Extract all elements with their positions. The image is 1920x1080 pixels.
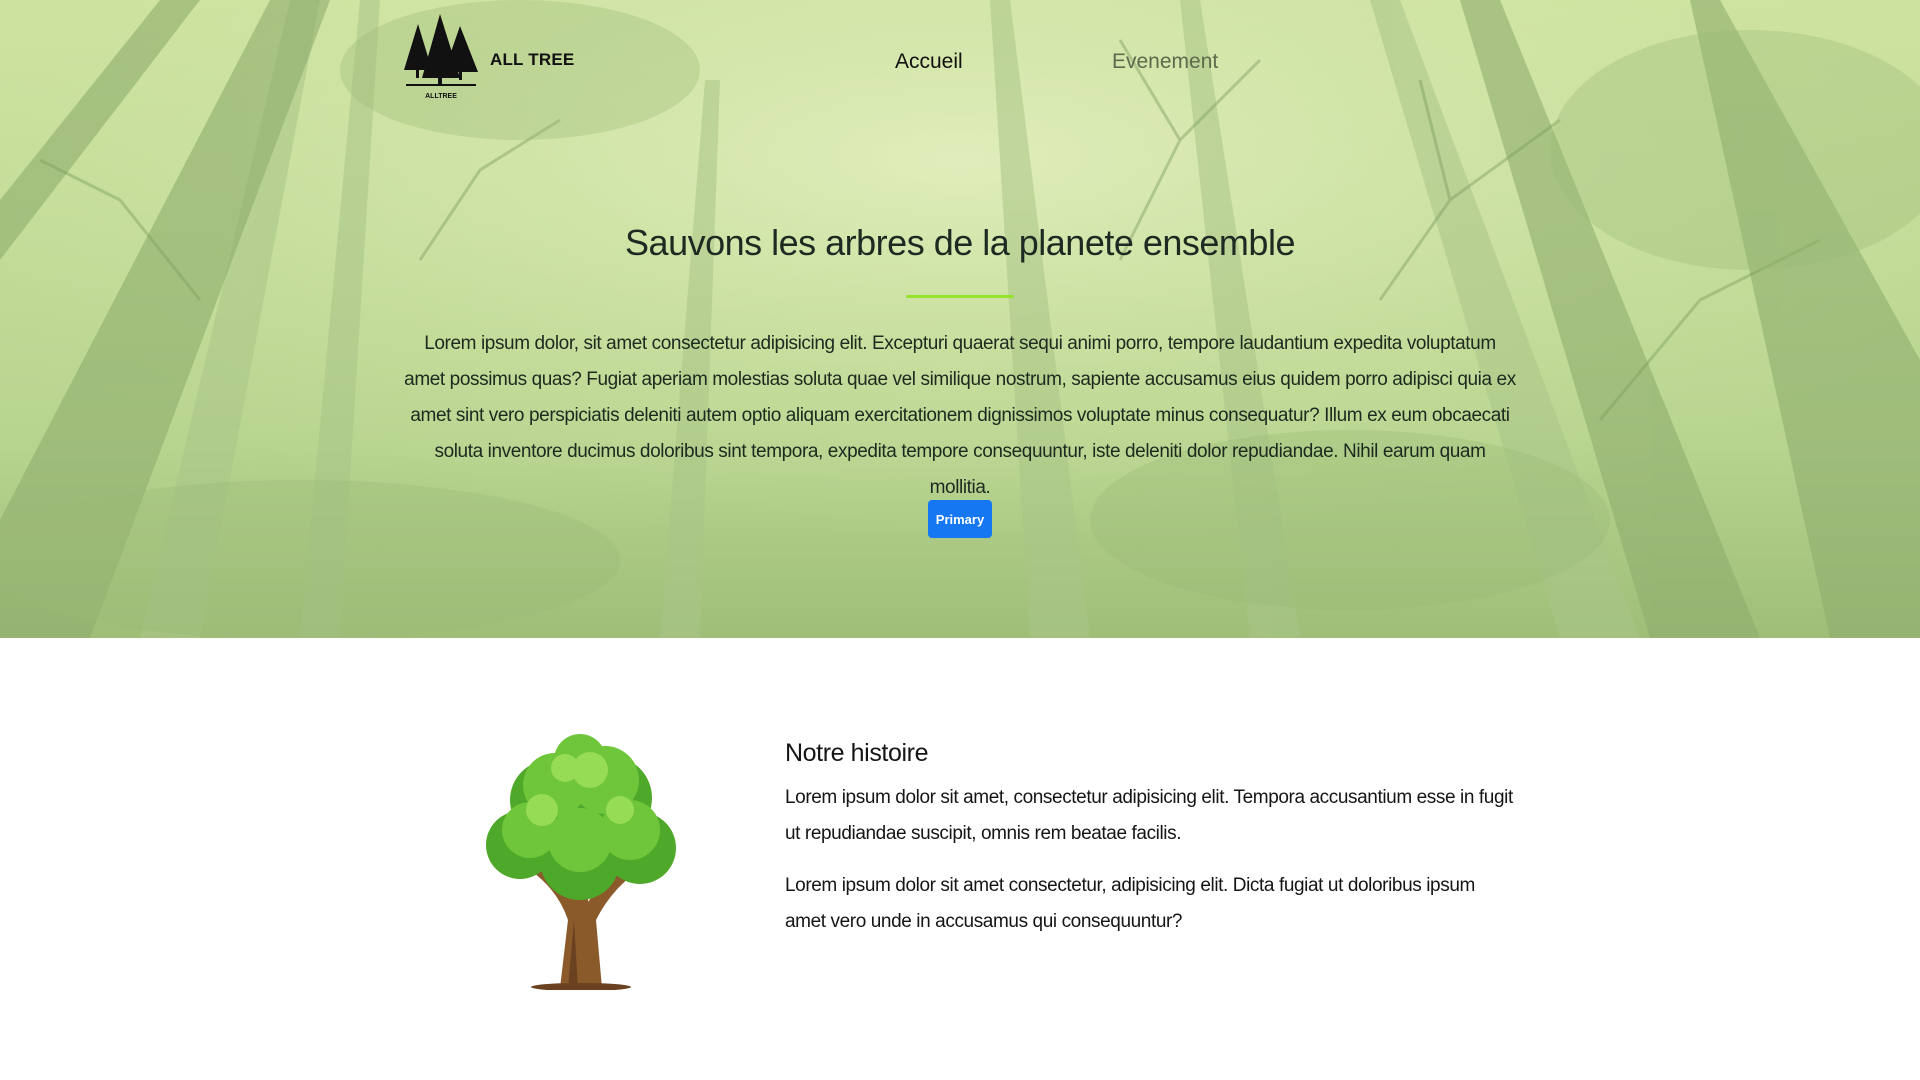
hero-title: Sauvons les arbres de la planete ensembl…: [625, 222, 1295, 263]
tree-illustration: [486, 734, 676, 990]
story-title: Notre histoire: [785, 739, 929, 767]
nav-accueil[interactable]: Accueil: [895, 50, 963, 74]
story-paragraph-1: Lorem ipsum dolor sit amet, consectetur …: [785, 787, 1513, 844]
story-section: Notre histoire Lorem ipsum dolor sit ame…: [0, 638, 1920, 1080]
navbar: ALLTREE ALL TREE Accueil Evenement: [0, 0, 1920, 120]
brand-name[interactable]: ALL TREE: [490, 50, 574, 70]
title-divider: [906, 295, 1014, 298]
pine-trees-logo-icon[interactable]: ALLTREE: [400, 12, 482, 106]
story-paragraph-2: Lorem ipsum dolor sit amet consectetur, …: [785, 875, 1475, 932]
primary-button[interactable]: Primary: [928, 500, 992, 538]
logo-text: ALLTREE: [425, 93, 457, 100]
nav-evenement[interactable]: Evenement: [1112, 50, 1218, 74]
hero-section: ALLTREE ALL TREE Accueil Evenement Sauvo…: [0, 0, 1920, 638]
hero-text: Lorem ipsum dolor, sit amet consectetur …: [404, 333, 1516, 498]
